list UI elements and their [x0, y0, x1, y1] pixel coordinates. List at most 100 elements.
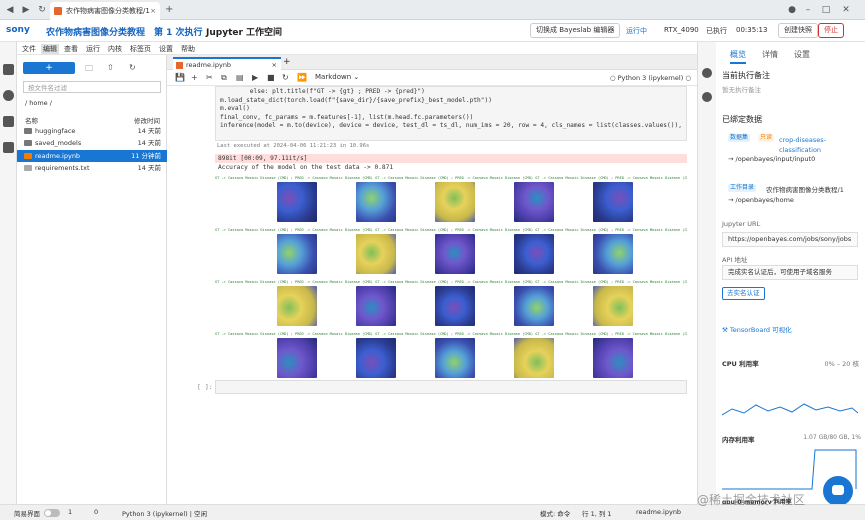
stop-button[interactable]: 停止 [818, 23, 844, 38]
memory-value: 1.07 GB/80 GB, 1% [803, 434, 861, 441]
terminal-count[interactable]: 1 [68, 508, 72, 516]
cursor-position[interactable]: 行 1, 列 1 [582, 508, 612, 518]
new-launcher-button[interactable]: + [23, 62, 75, 74]
close-tab-icon[interactable]: × [150, 2, 156, 20]
cam-heatmap-image [435, 286, 475, 326]
reload-icon[interactable]: ↻ [36, 4, 48, 16]
tab-settings[interactable]: 设置 [794, 49, 810, 60]
run-icon[interactable]: ▶ [252, 73, 258, 82]
file-browser: + 🗀 ⇧ ↻ 按文件名过滤 / home / 名称 修改时间 huggingf… [17, 55, 167, 504]
run-all-icon[interactable]: ⏩ [297, 73, 307, 82]
right-rail [697, 42, 716, 504]
tensorboard-link[interactable]: ⚒ TensorBoard 可视化 [722, 324, 792, 334]
kernel-status[interactable]: Python 3 (ipykernel) | 空闲 [122, 508, 207, 518]
upload-icon[interactable]: ⇧ [107, 63, 114, 72]
cam-heatmap-image [593, 182, 633, 222]
debugger-icon[interactable] [702, 92, 712, 102]
verify-button[interactable]: 去实名认证 [722, 287, 765, 300]
kernel-indicator[interactable]: ○ Python 3 (ipykernel) ○ [610, 74, 691, 82]
maximize-icon[interactable]: □ [820, 4, 832, 16]
status-filename: readme.ipynb [636, 508, 682, 516]
commands-icon[interactable] [3, 116, 14, 127]
copy-icon[interactable]: ⧉ [221, 73, 227, 83]
tab-overview[interactable]: 概览 [730, 49, 746, 64]
profile-icon[interactable]: ● [786, 4, 798, 16]
menu-kernel[interactable]: 内核 [108, 44, 122, 54]
column-modified-header[interactable]: 修改时间 [134, 115, 160, 125]
kernel-count[interactable]: 0 [94, 508, 98, 516]
new-tab-icon[interactable]: + [165, 4, 173, 15]
refresh-icon[interactable]: ↻ [129, 63, 136, 72]
browser-tab[interactable]: 农作物病害图像分类教程/1 × [50, 2, 160, 20]
menu-file[interactable]: 文件 [22, 44, 36, 54]
chat-support-button[interactable] [823, 476, 853, 506]
folder-icon[interactable] [3, 64, 14, 75]
notebook-icon [24, 153, 32, 159]
add-tab-icon[interactable]: + [283, 57, 291, 67]
property-inspector-icon[interactable] [702, 68, 712, 78]
tab-details[interactable]: 详情 [762, 49, 778, 60]
close-window-icon[interactable]: ✕ [840, 4, 852, 16]
menu-view[interactable]: 查看 [64, 44, 78, 54]
current-path[interactable]: / home / [25, 99, 52, 107]
breadcrumb-run[interactable]: 第 1 次执行 [154, 25, 203, 38]
notebook-tab-title: readme.ipynb [186, 61, 232, 69]
cam-heatmap-image [593, 338, 633, 378]
arrow-icon: → [728, 196, 734, 204]
back-icon[interactable]: ◀ [4, 4, 16, 16]
extension-icon[interactable] [3, 142, 14, 153]
breadcrumb-project[interactable]: 农作物病害图像分类教程 [46, 25, 145, 38]
simple-mode-toggle[interactable] [44, 509, 60, 517]
code-cell[interactable]: else: plt.title(f"GT -> {gt} ; PRED -> {… [215, 86, 687, 141]
menu-edit[interactable]: 编辑 [41, 44, 59, 54]
file-modified: 14 天前 [137, 164, 161, 172]
cam-heatmap-image [514, 286, 554, 326]
switch-editor-button[interactable]: 切换成 Bayeslab 编辑器 [530, 23, 621, 38]
cam-heatmap-image [277, 182, 317, 222]
file-filter-input[interactable]: 按文件名过滤 [23, 81, 161, 93]
file-row[interactable]: huggingface 14 天前 [17, 125, 167, 137]
workdir-name: 农作物病害图像分类教程/1 [766, 186, 844, 194]
menu-help[interactable]: 帮助 [181, 44, 195, 54]
editor-mode: 模式: 命令 [540, 510, 571, 518]
menu-settings[interactable]: 设置 [159, 44, 173, 54]
cell-type-select[interactable]: Markdown ⌄ [315, 73, 359, 81]
cam-heatmap-image [356, 234, 396, 274]
brand-logo[interactable]: sony [6, 25, 30, 35]
new-folder-icon[interactable]: 🗀 [85, 63, 93, 77]
dataset-name[interactable]: crop-diseases-classification [779, 135, 855, 155]
create-snapshot-button[interactable]: 创建快照 [778, 23, 818, 38]
folder-icon [24, 128, 32, 134]
file-row[interactable]: requirements.txt 14 天前 [17, 162, 167, 174]
cam-heatmap-image [435, 234, 475, 274]
menu-run[interactable]: 运行 [86, 44, 100, 54]
cut-icon[interactable]: ✂ [206, 73, 213, 82]
file-name: huggingface [35, 127, 76, 135]
forward-icon[interactable]: ▶ [20, 4, 32, 16]
file-name: requirements.txt [35, 164, 90, 172]
file-row-selected[interactable]: readme.ipynb 11 分钟前 [17, 150, 167, 162]
insert-cell-icon[interactable]: + [191, 73, 198, 82]
notebook-icon [176, 62, 183, 69]
save-icon[interactable]: 💾 [175, 73, 185, 82]
column-name-header[interactable]: 名称 [25, 115, 38, 125]
watermark: @稀土掘金技术社区 [697, 493, 806, 507]
menu-tabs[interactable]: 标签页 [130, 44, 151, 54]
image-caption-row: GT -> Cassava Mosaic Disease (CMD) ; PRE… [215, 228, 687, 232]
image-caption-row: GT -> Cassava Mosaic Disease (CMD) ; PRE… [215, 176, 687, 180]
cam-heatmap-image [514, 338, 554, 378]
file-row[interactable]: saved_models 14 天前 [17, 137, 167, 149]
paste-icon[interactable]: ▤ [236, 73, 244, 82]
code-line: m.eval() [220, 105, 250, 113]
notebook-tab[interactable]: readme.ipynb × [173, 57, 281, 70]
interrupt-icon[interactable]: ■ [267, 73, 275, 82]
file-modified: 14 天前 [137, 127, 161, 135]
minimize-icon[interactable]: – [802, 4, 814, 16]
cam-heatmap-image [356, 286, 396, 326]
empty-code-cell[interactable] [215, 380, 687, 394]
elapsed-label: 已执行 [706, 27, 727, 35]
jupyter-url-field[interactable]: https://openbayes.com/jobs/sony/jobs [722, 232, 858, 247]
restart-icon[interactable]: ↻ [282, 73, 289, 82]
running-icon[interactable] [3, 90, 14, 101]
readonly-tag: 只读 [758, 134, 775, 142]
